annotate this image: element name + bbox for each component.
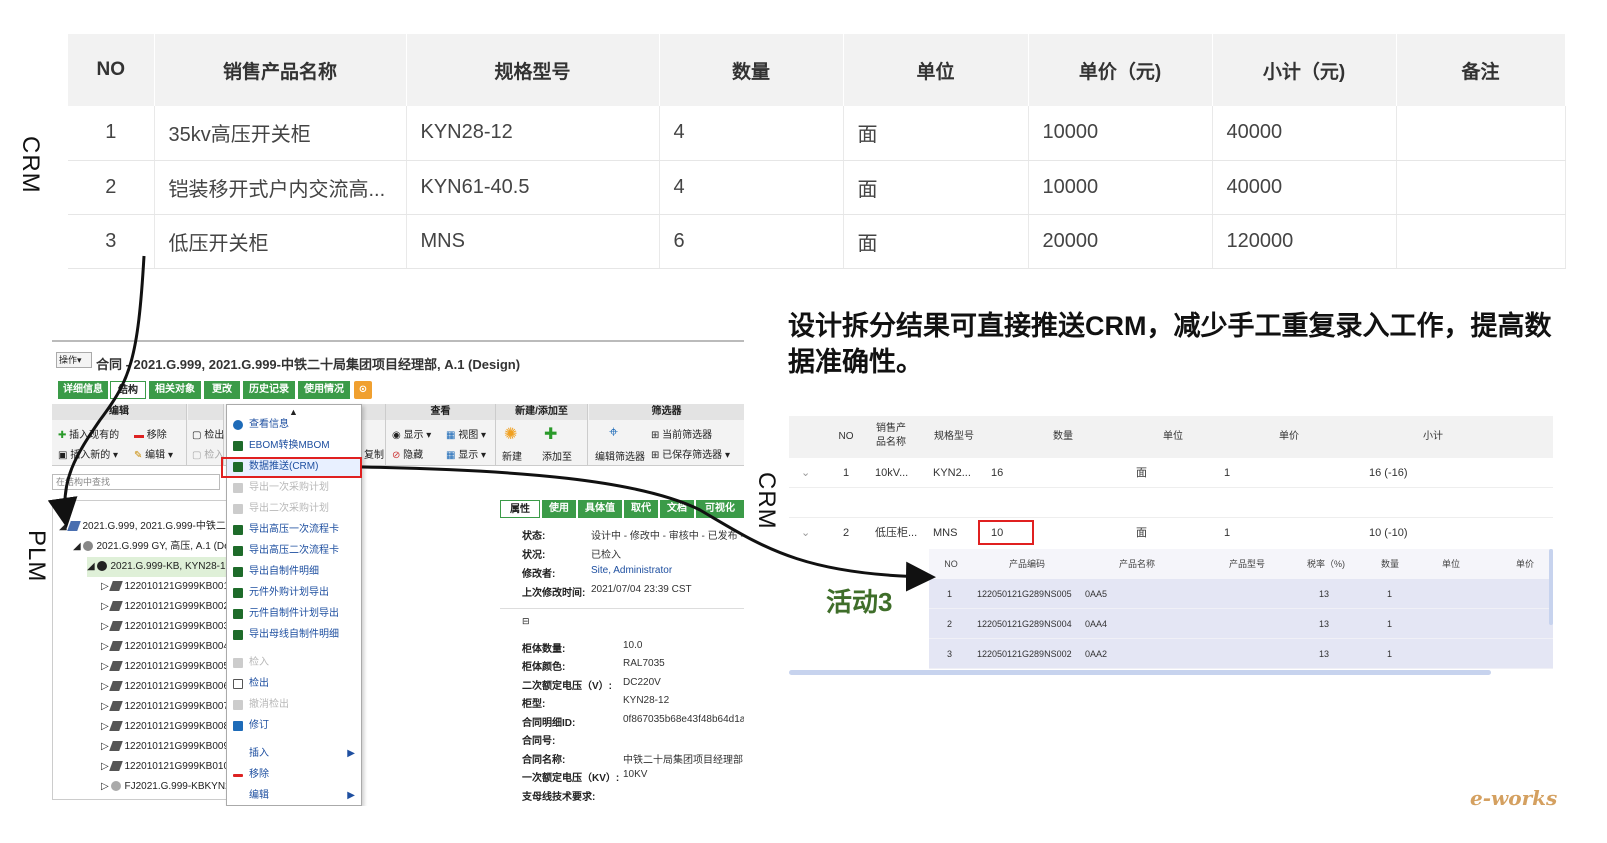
- flow-arrows: [47, 255, 936, 592]
- eworks-logo: e-works: [1470, 786, 1558, 810]
- arrow-crm-to-plm: [47, 255, 146, 528]
- arrow-plm-to-crm: [361, 465, 936, 592]
- slide: CRM PLM NO 销售产品名称 规格型号 数量 单位 单价（元) 小计（元)…: [0, 0, 1607, 843]
